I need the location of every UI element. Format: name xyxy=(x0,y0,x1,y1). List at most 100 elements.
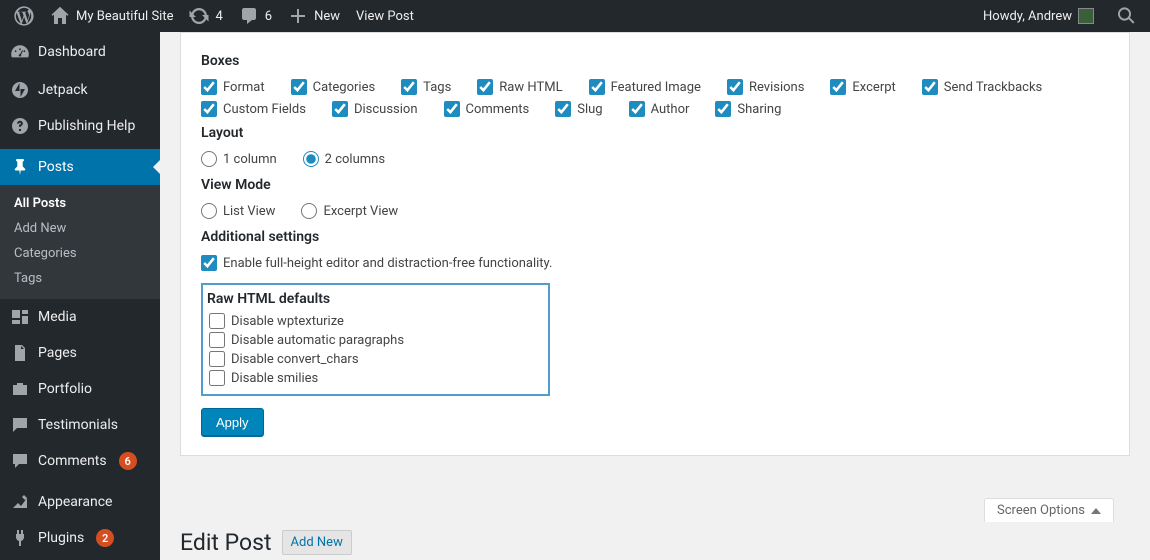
sidebar-item-appearance[interactable]: Appearance xyxy=(0,484,160,520)
additional-full-height[interactable]: Enable full-height editor and distractio… xyxy=(201,255,1109,271)
layout-heading: Layout xyxy=(201,125,1109,141)
updates-count: 4 xyxy=(215,9,222,24)
screen-options-toggle[interactable]: Screen Options xyxy=(984,498,1114,522)
comments-count-label: 6 xyxy=(265,9,272,24)
box-author[interactable]: Author xyxy=(629,101,690,117)
jetpack-icon xyxy=(10,80,30,100)
sidebar-label: Pages xyxy=(38,345,77,361)
help-icon xyxy=(10,116,30,136)
box-excerpt[interactable]: Excerpt xyxy=(830,79,895,95)
comments-link[interactable]: 6 xyxy=(231,0,280,32)
pin-icon xyxy=(10,157,30,177)
sidebar-label: Media xyxy=(38,309,77,325)
view-post-label: View Post xyxy=(356,9,414,24)
admin-bar: My Beautiful Site 4 6 New View Post Howd… xyxy=(0,0,1150,32)
raw-disable-convert-chars[interactable]: Disable convert_chars xyxy=(209,351,404,367)
sidebar-label: Comments xyxy=(38,453,107,469)
chevron-up-icon xyxy=(1091,508,1101,514)
new-content-link[interactable]: New xyxy=(280,0,348,32)
sidebar-label: Dashboard xyxy=(38,44,106,60)
comment-icon xyxy=(239,6,259,26)
sidebar-item-pages[interactable]: Pages xyxy=(0,335,160,371)
media-icon xyxy=(10,307,30,327)
box-format[interactable]: Format xyxy=(201,79,265,95)
sidebar-item-publishing-help[interactable]: Publishing Help xyxy=(0,108,160,144)
plus-icon xyxy=(288,6,308,26)
my-account-link[interactable]: Howdy, Andrew xyxy=(975,0,1102,32)
box-featured-image[interactable]: Featured Image xyxy=(589,79,701,95)
testimonial-icon xyxy=(10,415,30,435)
add-new-button[interactable]: Add New xyxy=(282,530,352,555)
wp-logo[interactable] xyxy=(6,0,42,32)
box-revisions[interactable]: Revisions xyxy=(727,79,804,95)
comments-count-badge: 6 xyxy=(119,452,137,470)
sidebar-label: Portfolio xyxy=(38,381,92,397)
avatar xyxy=(1078,8,1094,24)
page-icon xyxy=(10,343,30,363)
posts-submenu: All Posts Add New Categories Tags xyxy=(0,185,160,299)
sidebar-item-posts[interactable]: Posts xyxy=(0,149,160,185)
box-discussion[interactable]: Discussion xyxy=(332,101,418,117)
sidebar-label: Posts xyxy=(38,159,74,175)
view-mode-heading: View Mode xyxy=(201,177,1109,193)
home-icon xyxy=(50,6,70,26)
submenu-tags[interactable]: Tags xyxy=(0,266,160,291)
boxes-row-1: Format Categories Tags Raw HTML Featured… xyxy=(201,79,1109,95)
screen-options-label: Screen Options xyxy=(997,503,1085,518)
sidebar-item-plugins[interactable]: Plugins 2 xyxy=(0,520,160,556)
sidebar-item-testimonials[interactable]: Testimonials xyxy=(0,407,160,443)
view-post-link[interactable]: View Post xyxy=(348,0,422,32)
box-sharing[interactable]: Sharing xyxy=(715,101,781,117)
submenu-add-new[interactable]: Add New xyxy=(0,216,160,241)
screen-options-panel: Boxes Format Categories Tags Raw HTML Fe… xyxy=(180,32,1130,456)
plugins-count-badge: 2 xyxy=(96,529,114,547)
view-excerpt[interactable]: Excerpt View xyxy=(301,203,398,219)
site-name-link[interactable]: My Beautiful Site xyxy=(42,0,181,32)
box-send-trackbacks[interactable]: Send Trackbacks xyxy=(922,79,1042,95)
box-raw-html[interactable]: Raw HTML xyxy=(477,79,562,95)
apply-button[interactable]: Apply xyxy=(201,408,264,437)
sidebar-label: Plugins xyxy=(38,530,84,546)
raw-html-defaults-box: Raw HTML defaults Disable wptexturize Di… xyxy=(201,283,550,396)
appearance-icon xyxy=(10,492,30,512)
sidebar-item-portfolio[interactable]: Portfolio xyxy=(0,371,160,407)
dashboard-icon xyxy=(10,42,30,62)
main-content: Boxes Format Categories Tags Raw HTML Fe… xyxy=(160,32,1150,560)
page-heading-row: Edit Post Add New xyxy=(180,529,1130,556)
portfolio-icon xyxy=(10,379,30,399)
raw-disable-autop[interactable]: Disable automatic paragraphs xyxy=(209,332,404,348)
layout-1col[interactable]: 1 column xyxy=(201,151,277,167)
page-title: Edit Post xyxy=(180,529,272,556)
additional-heading: Additional settings xyxy=(201,229,1109,245)
submenu-all-posts[interactable]: All Posts xyxy=(0,191,160,216)
view-list[interactable]: List View xyxy=(201,203,275,219)
boxes-heading: Boxes xyxy=(201,53,1109,69)
sidebar-item-jetpack[interactable]: Jetpack xyxy=(0,72,160,108)
comments-icon xyxy=(10,451,30,471)
raw-heading: Raw HTML defaults xyxy=(207,291,404,307)
sidebar-item-comments[interactable]: Comments 6 xyxy=(0,443,160,479)
box-slug[interactable]: Slug xyxy=(555,101,602,117)
box-custom-fields[interactable]: Custom Fields xyxy=(201,101,306,117)
updates-link[interactable]: 4 xyxy=(181,0,230,32)
sidebar-label: Jetpack xyxy=(38,82,88,98)
howdy-label: Howdy, Andrew xyxy=(983,9,1072,24)
search-toggle[interactable] xyxy=(1110,0,1142,32)
sidebar-label: Appearance xyxy=(38,494,112,510)
layout-row: 1 column 2 columns xyxy=(201,151,1109,167)
box-tags[interactable]: Tags xyxy=(401,79,451,95)
layout-2col[interactable]: 2 columns xyxy=(303,151,385,167)
sidebar-label: Testimonials xyxy=(38,417,118,433)
sidebar-item-dashboard[interactable]: Dashboard xyxy=(0,32,160,72)
raw-disable-smilies[interactable]: Disable smilies xyxy=(209,370,404,386)
new-label: New xyxy=(314,9,340,24)
box-comments[interactable]: Comments xyxy=(444,101,530,117)
submenu-categories[interactable]: Categories xyxy=(0,241,160,266)
search-icon xyxy=(1116,6,1136,26)
site-name-label: My Beautiful Site xyxy=(76,9,173,24)
plugins-icon xyxy=(10,528,30,548)
admin-sidebar: Dashboard Jetpack Publishing Help Posts … xyxy=(0,32,160,560)
raw-disable-wptexturize[interactable]: Disable wptexturize xyxy=(209,313,404,329)
sidebar-item-media[interactable]: Media xyxy=(0,299,160,335)
box-categories[interactable]: Categories xyxy=(291,79,376,95)
